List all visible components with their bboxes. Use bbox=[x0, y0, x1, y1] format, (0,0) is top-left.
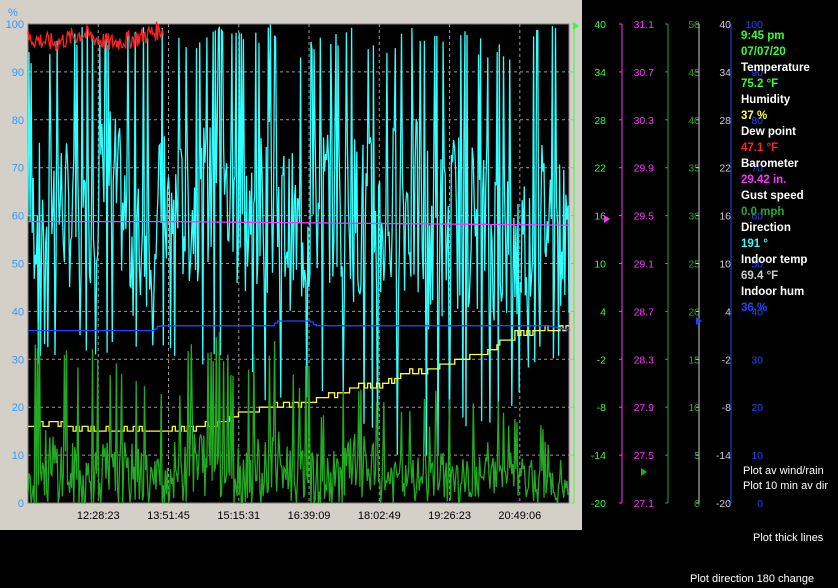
y-tick-label-indoor_temp: 40 bbox=[719, 19, 731, 31]
y-tick-label-percent: 30 bbox=[12, 354, 24, 366]
y-tick-label-temperature: 34 bbox=[594, 67, 606, 79]
y-tick-label-indoor_temp: 34 bbox=[719, 67, 731, 79]
y-tick-label-barometer: 29.9 bbox=[634, 163, 655, 175]
indoor-temp-label: Indoor temp bbox=[741, 254, 808, 266]
y-tick-label-indoor_temp: 4 bbox=[725, 306, 731, 318]
barometer-value: 29.42 in. bbox=[741, 174, 787, 186]
y-tick-label-percent: 90 bbox=[12, 67, 24, 79]
dewpoint-label: Dew point bbox=[741, 126, 796, 138]
y-tick-label-temperature: 10 bbox=[594, 259, 606, 271]
y-tick-label-percent: 60 bbox=[12, 211, 24, 223]
y-tick-label-barometer: 28.7 bbox=[634, 306, 655, 318]
y-tick-label-barometer: 27.5 bbox=[634, 450, 655, 462]
gust-label: Gust speed bbox=[741, 190, 804, 202]
barometer-label: Barometer bbox=[741, 158, 799, 170]
direction-value: 191 ° bbox=[741, 238, 768, 250]
y-tick-label-wind: 30 bbox=[688, 211, 700, 223]
x-tick-label: 18:02:49 bbox=[358, 510, 401, 522]
y-tick-label-indoor_temp: 22 bbox=[719, 163, 731, 175]
y-tick-label-indoor_temp: 28 bbox=[719, 115, 731, 127]
reading-time: 9:45 pm bbox=[741, 30, 785, 42]
x-tick-label: 16:39:09 bbox=[288, 510, 331, 522]
y-tick-label-indoor_hum: 20 bbox=[751, 402, 763, 414]
y-tick-label-wind: 50 bbox=[688, 19, 700, 31]
y-tick-label-barometer: 29.1 bbox=[634, 259, 655, 271]
y-tick-label-temperature: 28 bbox=[594, 115, 606, 127]
x-tick-label: 20:49:06 bbox=[498, 510, 541, 522]
y-tick-label-wind: 20 bbox=[688, 306, 700, 318]
y-tick-label-percent: 80 bbox=[12, 115, 24, 127]
x-tick-label: 19:26:23 bbox=[428, 510, 471, 522]
x-tick-label: 12:28:23 bbox=[77, 510, 120, 522]
y-tick-label-percent: 100 bbox=[6, 19, 24, 31]
gust-value: 0.0 mph bbox=[741, 206, 785, 218]
y-tick-label-wind: 15 bbox=[688, 354, 700, 366]
plot-direction-180-option[interactable]: Plot direction 180 change bbox=[690, 573, 814, 585]
humidity-value: 37 % bbox=[741, 110, 768, 122]
y-tick-label-temperature: 22 bbox=[594, 163, 606, 175]
x-tick-label: 15:15:31 bbox=[217, 510, 260, 522]
y-tick-label-temperature: -8 bbox=[597, 402, 606, 414]
readings-panel: 9:45 pm 07/07/20 Temperature 75.2 °F Hum… bbox=[741, 28, 810, 316]
y-tick-label-indoor_temp: 10 bbox=[719, 259, 731, 271]
y-tick-label-indoor_hum: 30 bbox=[751, 354, 763, 366]
y-tick-label-barometer: 30.3 bbox=[634, 115, 655, 127]
y-tick-label-barometer: 31.1 bbox=[634, 19, 655, 31]
y-tick-label-temperature: 40 bbox=[594, 19, 606, 31]
y-tick-label-percent: 70 bbox=[12, 163, 24, 175]
plot-thick-lines-option[interactable]: Plot thick lines bbox=[753, 532, 823, 544]
current-value-marker bbox=[604, 215, 610, 223]
y-tick-label-temperature: 4 bbox=[600, 306, 606, 318]
reading-date: 07/07/20 bbox=[741, 46, 786, 58]
y-tick-label-wind: 25 bbox=[688, 259, 700, 271]
y-tick-label-barometer: 29.5 bbox=[634, 211, 655, 223]
percent-axis-label: % bbox=[8, 7, 18, 19]
y-tick-label-indoor_temp: -8 bbox=[722, 402, 731, 414]
y-tick-label-wind: 35 bbox=[688, 163, 700, 175]
current-value-marker bbox=[641, 468, 647, 476]
y-tick-label-barometer: 30.7 bbox=[634, 67, 655, 79]
y-tick-label-temperature: -14 bbox=[591, 450, 606, 462]
y-tick-label-percent: 20 bbox=[12, 402, 24, 414]
direction-label: Direction bbox=[741, 222, 791, 234]
indoor-temp-value: 69.4 °F bbox=[741, 270, 779, 282]
y-tick-label-percent: 40 bbox=[12, 306, 24, 318]
plot-av-wind-rain-option[interactable]: Plot av wind/rain bbox=[743, 465, 824, 477]
y-tick-label-barometer: 27.9 bbox=[634, 402, 655, 414]
y-tick-label-barometer: 27.1 bbox=[634, 498, 655, 510]
humidity-label: Humidity bbox=[741, 94, 791, 106]
y-tick-label-wind: 45 bbox=[688, 67, 700, 79]
y-tick-label-barometer: 28.3 bbox=[634, 354, 655, 366]
y-tick-label-percent: 0 bbox=[18, 498, 24, 510]
y-tick-label-wind: 10 bbox=[688, 402, 700, 414]
temperature-label: Temperature bbox=[741, 62, 810, 74]
x-tick-label: 13:51:45 bbox=[147, 510, 190, 522]
y-tick-label-indoor_temp: -2 bbox=[722, 354, 731, 366]
y-tick-label-temperature: -20 bbox=[591, 498, 606, 510]
y-tick-label-indoor_temp: 16 bbox=[719, 211, 731, 223]
plot-10-min-av-dir-option[interactable]: Plot 10 min av dir bbox=[743, 480, 828, 492]
y-tick-label-wind: 40 bbox=[688, 115, 700, 127]
y-tick-label-percent: 10 bbox=[12, 450, 24, 462]
y-tick-label-temperature: -2 bbox=[597, 354, 606, 366]
y-tick-label-indoor_temp: -14 bbox=[716, 450, 731, 462]
y-tick-label-indoor_hum: 0 bbox=[757, 498, 763, 510]
temperature-value: 75.2 °F bbox=[741, 78, 779, 90]
indoor-hum-label: Indoor hum bbox=[741, 286, 805, 298]
weather-chart: 0102030405060708090100%12:28:23 13:51:45 1… bbox=[0, 0, 763, 530]
y-tick-label-indoor_hum: 10 bbox=[751, 450, 763, 462]
indoor-hum-value: 36 % bbox=[741, 302, 768, 314]
dewpoint-value: 47.1 °F bbox=[741, 142, 779, 154]
y-tick-label-percent: 50 bbox=[12, 259, 24, 271]
y-tick-label-indoor_temp: -20 bbox=[716, 498, 731, 510]
